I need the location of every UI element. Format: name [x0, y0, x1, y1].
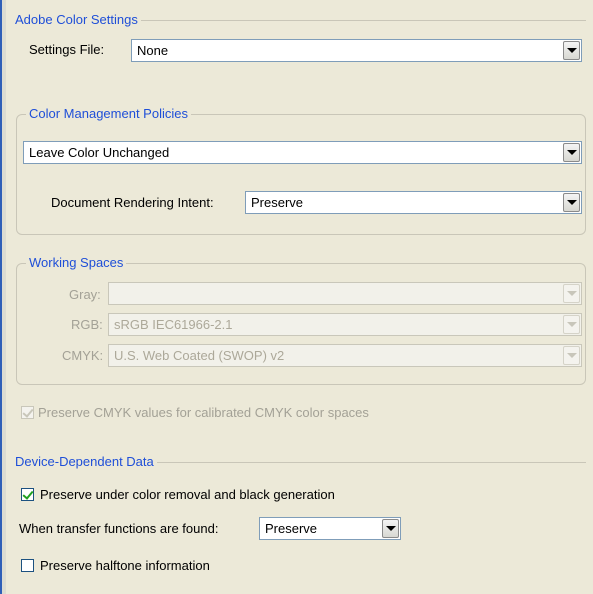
working-spaces-title: Working Spaces: [26, 255, 127, 270]
rendering-intent-dropdown-button[interactable]: [563, 193, 580, 212]
color-policy-value: Leave Color Unchanged: [29, 145, 170, 160]
preserve-cmyk-label: Preserve CMYK values for calibrated CMYK…: [38, 405, 369, 420]
transfer-functions-value: Preserve: [265, 521, 318, 536]
color-policy-dropdown-button[interactable]: [563, 143, 580, 162]
settings-file-value: None: [137, 43, 169, 58]
cmyk-dropdown-button: [563, 346, 580, 365]
chevron-down-icon: [566, 48, 577, 53]
settings-file-label: Settings File:: [29, 42, 105, 57]
settings-file-dropdown-button[interactable]: [563, 41, 580, 60]
preserve-halftone-checkbox[interactable]: [21, 559, 34, 572]
transfer-functions-label: When transfer functions are found:: [19, 521, 219, 536]
device-dependent-data-title: Device-Dependent Data: [12, 454, 157, 469]
gray-working-space-select: [108, 282, 582, 305]
preserve-ucr-label[interactable]: Preserve under color removal and black g…: [40, 487, 335, 503]
color-policy-select[interactable]: Leave Color Unchanged: [23, 141, 582, 164]
transfer-functions-select[interactable]: Preserve: [259, 517, 401, 540]
rendering-intent-value: Preserve: [251, 195, 304, 210]
chevron-down-icon: [566, 200, 577, 205]
chevron-down-icon: [385, 526, 396, 531]
chevron-down-icon: [566, 353, 577, 358]
chevron-down-icon: [566, 322, 577, 327]
chevron-down-icon: [566, 291, 577, 296]
cmyk-working-space-select: U.S. Web Coated (SWOP) v2: [108, 344, 582, 367]
settings-file-select[interactable]: None: [131, 39, 582, 62]
cmyk-label: CMYK:: [62, 348, 104, 363]
color-management-policies-group: [16, 114, 586, 235]
rendering-intent-select[interactable]: Preserve: [245, 191, 582, 214]
rgb-working-space-value: sRGB IEC61966-2.1: [114, 317, 233, 332]
cmyk-working-space-value: U.S. Web Coated (SWOP) v2: [114, 348, 285, 363]
rendering-intent-label: Document Rendering Intent:: [51, 195, 214, 210]
preserve-halftone-label[interactable]: Preserve halftone information: [40, 558, 210, 574]
rgb-dropdown-button: [563, 315, 580, 334]
gray-dropdown-button: [563, 284, 580, 303]
transfer-functions-dropdown-button[interactable]: [382, 519, 399, 538]
adobe-color-settings-title: Adobe Color Settings: [12, 12, 141, 27]
preserve-cmyk-checkbox: [21, 406, 34, 419]
rgb-label: RGB:: [71, 317, 103, 332]
gray-label: Gray:: [69, 287, 101, 302]
color-management-policies-title: Color Management Policies: [26, 106, 191, 121]
rgb-working-space-select: sRGB IEC61966-2.1: [108, 313, 582, 336]
chevron-down-icon: [566, 150, 577, 155]
window-edge-shadow: [2, 0, 6, 594]
preserve-ucr-checkbox[interactable]: [21, 488, 34, 501]
